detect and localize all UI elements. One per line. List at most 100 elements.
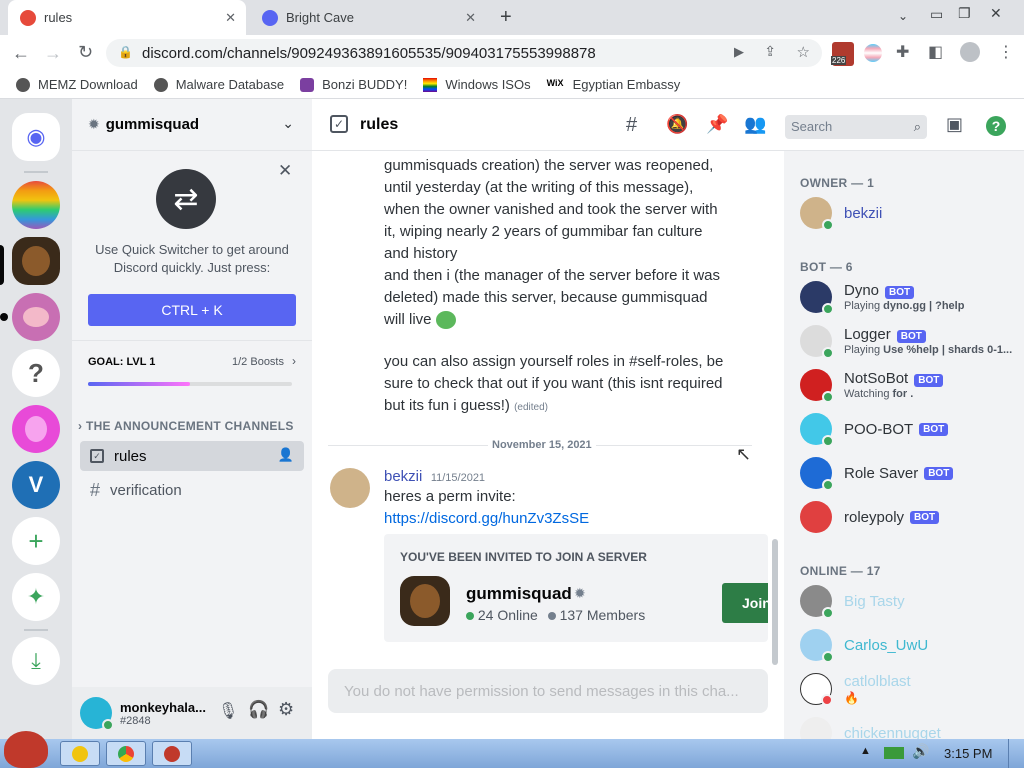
settings-gear-icon[interactable]: ⚙ — [278, 699, 294, 720]
show-desktop-button[interactable] — [1008, 739, 1024, 768]
channel-rules[interactable]: ✓ rules 👤 — [80, 441, 304, 471]
trans-flag-extension-icon[interactable] — [864, 44, 882, 62]
activity-text: Use %help | shards 0-1... — [883, 344, 1013, 356]
menu-kebab-icon[interactable]: ⋮ — [998, 42, 1014, 62]
reload-icon[interactable]: ↻ — [78, 42, 93, 63]
close-icon[interactable]: ✕ — [278, 161, 292, 181]
side-panel-icon[interactable]: ◧ — [928, 42, 943, 62]
tab-strip: rules ✕ Bright Cave ✕ + ⌄ ▭ ❐ ✕ — [0, 0, 1024, 35]
rules-checkbox-icon: ✓ — [90, 449, 104, 463]
bookmark-windows-isos[interactable]: Windows ISOs — [423, 77, 531, 92]
download-apps-icon[interactable]: ⤓ — [12, 637, 60, 685]
message-text: heres a perm invite: — [384, 488, 516, 505]
tray-arrow-icon[interactable]: ▲ — [860, 745, 871, 757]
message-input[interactable]: You do not have permission to send messa… — [328, 669, 768, 713]
explorer-taskbar-icon[interactable] — [60, 741, 100, 766]
boost-goal[interactable]: GOAL: LVL 1 1/2 Boosts › — [88, 354, 296, 394]
server-courage-icon[interactable] — [12, 293, 60, 341]
tab-search-icon[interactable]: ⌄ — [898, 9, 908, 23]
member-poo-bot[interactable]: POO-BOT BOT — [800, 413, 949, 447]
forward-icon[interactable]: → — [44, 43, 62, 64]
member-dyno[interactable]: Dyno BOT Playing dyno.gg | ?help — [800, 281, 964, 315]
bookmark-bonzi-buddy[interactable]: Bonzi BUDDY! — [300, 77, 407, 92]
add-server-icon[interactable]: + — [12, 517, 60, 565]
bookmark-memz[interactable]: MEMZ Download — [16, 77, 138, 92]
tab-rules[interactable]: rules ✕ — [8, 0, 246, 35]
tab-favicon-icon — [20, 9, 36, 26]
server-rainbow-icon[interactable] — [12, 181, 60, 229]
bot-badge: BOT — [885, 286, 915, 299]
server-pink-icon[interactable] — [12, 405, 60, 453]
threads-icon[interactable]: # — [626, 114, 637, 137]
invite-link[interactable]: https://discord.gg/hunZv3ZsSE — [384, 508, 774, 530]
server-gummisquad-icon[interactable] — [12, 237, 60, 285]
user-panel: monkeyhala... #2848 🎙 🎧 ⚙ — [72, 687, 312, 739]
microphone-icon[interactable]: 🎙 — [218, 701, 238, 721]
avatar — [800, 673, 833, 706]
explore-compass-icon[interactable]: ✦ — [12, 573, 60, 621]
member-bekzii[interactable]: bekzii — [800, 197, 882, 231]
bot-badge: BOT — [896, 330, 926, 343]
network-icon[interactable] — [884, 747, 904, 759]
chat-area: ✓ rules gummisquads creation) the server… — [312, 99, 784, 739]
bookmark-label: Malware Database — [175, 77, 285, 92]
invite-member-icon[interactable]: 👤 — [278, 447, 294, 463]
channel-name: verification — [110, 481, 182, 499]
ctrl-k-button[interactable]: CTRL + K — [88, 294, 296, 326]
channel-verification[interactable]: # verification — [80, 475, 304, 505]
member-role-saver[interactable]: Role Saver BOT — [800, 457, 954, 491]
discord-home-icon[interactable]: ◉ — [12, 113, 60, 161]
pinned-icon[interactable]: 📌 — [706, 114, 728, 135]
extension-icon[interactable]: 226 — [831, 42, 854, 66]
member-logger[interactable]: Logger BOT Playing Use %help | shards 0-1… — [800, 325, 1013, 359]
close-tab-icon[interactable]: ✕ — [225, 10, 236, 26]
category-header[interactable]: › THE ANNOUNCEMENT CHANNELS — [78, 419, 294, 433]
mouse-cursor-icon: ↖ — [736, 444, 752, 464]
puzzle-extensions-icon[interactable]: ✚ — [896, 42, 909, 62]
member-notsobot[interactable]: NotSoBot BOT Watching for . — [800, 369, 944, 403]
bookmark-star-icon[interactable]: ☆ — [797, 43, 810, 61]
member-catlolblast[interactable]: catlolblast 🔥 — [800, 673, 911, 706]
minimize-icon[interactable]: ▭ — [930, 6, 943, 23]
back-icon[interactable]: ← — [12, 43, 30, 64]
server-question-icon[interactable]: ? — [12, 349, 60, 397]
server-shield-v-icon[interactable]: V — [12, 461, 60, 509]
bot-badge: BOT — [919, 422, 949, 436]
profile-avatar[interactable] — [960, 42, 980, 62]
member-big-tasty[interactable]: Big Tasty — [800, 585, 905, 619]
start-angry-bird-icon[interactable] — [4, 731, 48, 768]
headphones-icon[interactable]: 🎧 — [248, 700, 269, 720]
server-header[interactable]: ✹ gummisquad ⌄ — [72, 99, 312, 151]
malware-taskbar-icon[interactable] — [152, 741, 192, 766]
clock[interactable]: 3:15 PM — [944, 746, 992, 761]
restore-icon[interactable]: ❐ — [958, 5, 971, 22]
new-tab-icon[interactable]: + — [500, 6, 512, 29]
member-list-icon[interactable]: 👥 — [744, 114, 766, 135]
search-input[interactable]: Search ⌕ — [785, 115, 927, 139]
avatar[interactable] — [330, 468, 370, 508]
chat-scrollbar[interactable] — [772, 539, 778, 665]
avatar[interactable] — [80, 697, 114, 731]
tab-bright-cave[interactable]: Bright Cave ✕ — [250, 0, 486, 35]
member-roleypoly[interactable]: roleypoly BOT — [800, 501, 940, 533]
bookmark-malware-database[interactable]: Malware Database — [153, 77, 285, 92]
camera-icon[interactable]: ▶ — [734, 44, 744, 60]
help-icon[interactable]: ? — [986, 116, 1006, 136]
verified-server-icon: ✹ — [88, 116, 100, 132]
arrows-switch-icon: ⇄ — [156, 169, 216, 229]
server-divider — [24, 629, 48, 631]
close-tab-icon[interactable]: ✕ — [465, 10, 476, 26]
mute-bell-icon[interactable]: 🔕 — [666, 114, 688, 135]
inbox-icon[interactable]: ▣ — [946, 114, 963, 135]
volume-icon[interactable]: 🔊 — [912, 743, 929, 760]
close-window-icon[interactable]: ✕ — [990, 5, 1002, 22]
chrome-taskbar-icon[interactable] — [106, 741, 146, 766]
share-icon[interactable]: ⇪ — [764, 43, 776, 60]
bookmark-egyptian-embassy[interactable]: WiX Egyptian Embassy — [547, 77, 681, 92]
bot-section-header: BOT — 6 — [800, 260, 853, 274]
boost-progress-fill — [88, 382, 190, 386]
member-carlos-uwu[interactable]: Carlos_UwU — [800, 629, 928, 663]
address-bar[interactable]: 🔒 discord.com/channels/90924936389160553… — [106, 39, 822, 67]
author-name[interactable]: bekzii — [384, 468, 422, 485]
join-button[interactable]: Join — [722, 583, 768, 623]
